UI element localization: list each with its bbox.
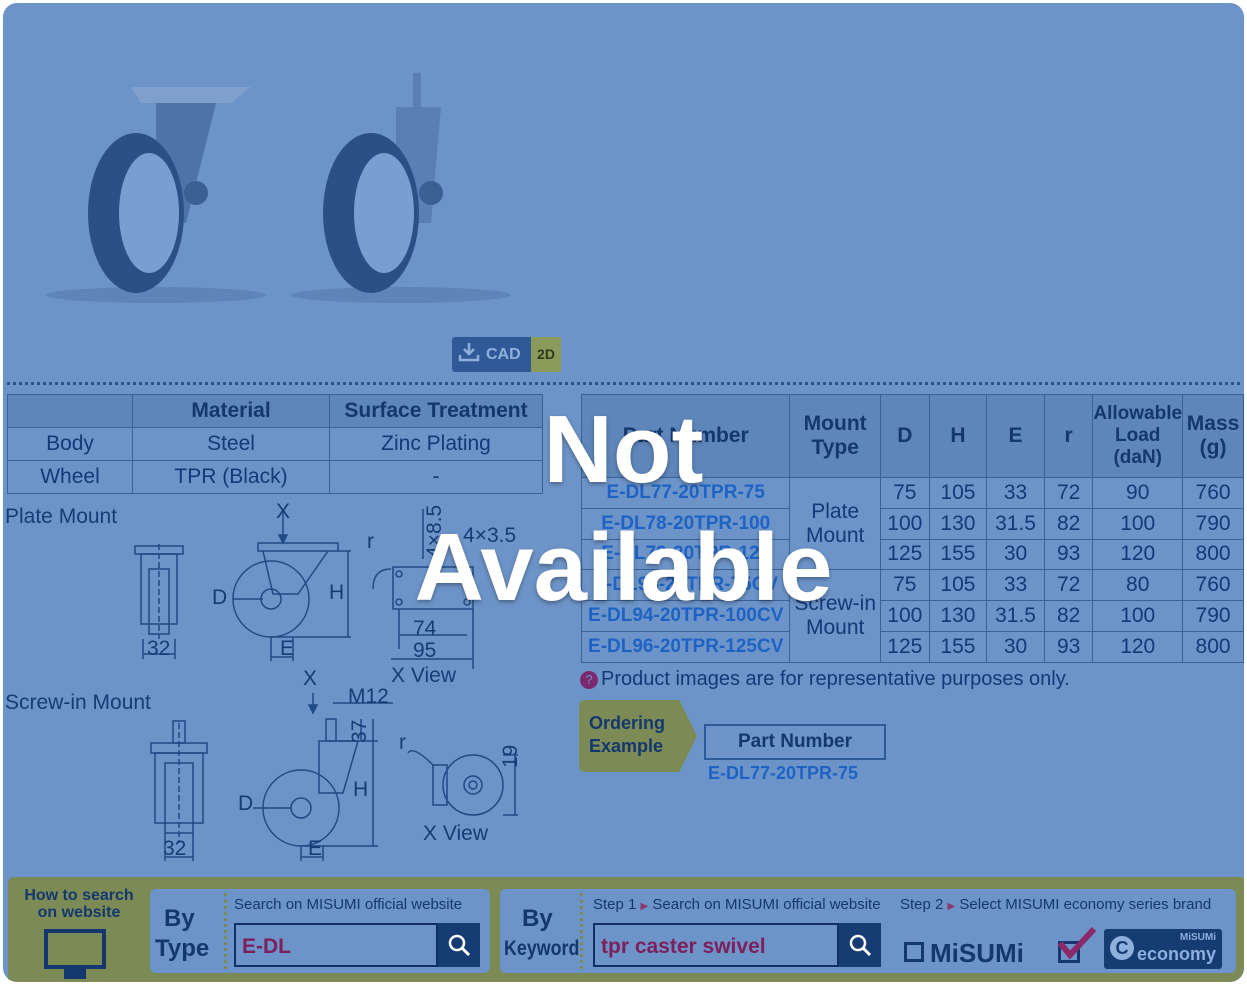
step2-label: Step 2: [900, 896, 944, 913]
keyword-search-input[interactable]: tpr caster swivel: [593, 923, 839, 967]
economy-c-icon: C: [1110, 936, 1134, 960]
step1-caption: Step 1 ▶ Search on MISUMI official websi…: [593, 896, 881, 913]
by-label: By: [522, 905, 553, 932]
cad-label: CAD: [486, 345, 521, 363]
step2-text: Select MISUMI economy series brand: [959, 896, 1212, 913]
divider: [224, 893, 227, 969]
plate-32-label: 32: [147, 637, 171, 660]
divider: [580, 893, 583, 969]
magnifier-icon: [448, 934, 471, 957]
screw-mount-title: Screw-in Mount: [5, 691, 151, 714]
representative-note: ? Product images are for representative …: [580, 668, 1070, 691]
screw-37-label: 37: [348, 719, 371, 743]
plate-95-label: 95: [413, 639, 437, 662]
section-divider: [7, 382, 1240, 385]
misumi-checkbox[interactable]: [904, 942, 924, 962]
misumi-logo: MiSUMi: [930, 938, 1024, 968]
spec-cell: 800: [1182, 630, 1244, 663]
keyword-label: Keyword: [504, 937, 580, 960]
type-caption: Search on MISUMI official website: [234, 896, 463, 913]
arrow-icon: ▶: [640, 901, 649, 912]
step2-caption: Step 2 ▶ Select MISUMI economy series br…: [900, 896, 1211, 913]
cad-download-button[interactable]: CAD 2D: [452, 337, 561, 372]
spec-cell: 93: [1043, 630, 1094, 663]
spec-cell: 120: [1092, 630, 1184, 663]
screw-h-label: H: [353, 778, 369, 801]
step1-label: Step 1: [593, 896, 637, 913]
type-search-button[interactable]: [438, 923, 480, 967]
by-label: By: [164, 905, 195, 932]
step1-text: Search on MISUMI official website: [652, 896, 881, 913]
spec-cell: 30: [986, 630, 1045, 663]
screw-e-label: E: [308, 837, 323, 860]
monitor-icon: [44, 929, 106, 969]
search-guide-bar: How to search on website By Type Search …: [8, 877, 1244, 982]
ordering-example-badge: Ordering Example: [579, 700, 697, 772]
caster-photos: [41, 73, 521, 305]
spec-cell: 125: [879, 630, 930, 663]
monitor-stand-icon: [64, 969, 86, 979]
howto-label: How to search on website: [24, 887, 134, 921]
by-keyword-panel: By Keyword Step 1 ▶ Search on MISUMI off…: [500, 889, 1236, 973]
magnifier-icon: [849, 934, 872, 957]
economy-big: economy: [1136, 944, 1216, 964]
economy-small: MiSUMi: [1179, 932, 1216, 943]
screw-d-label: D: [238, 792, 254, 815]
ordering-pn-value[interactable]: E-DL77-20TPR-75: [708, 763, 858, 784]
screw-19-label: 19: [499, 744, 522, 768]
download-icon: [452, 341, 486, 368]
spec-cell: 155: [928, 630, 988, 663]
screw-r-label: r: [399, 731, 406, 754]
ordering-label: Ordering Example: [589, 713, 666, 756]
type-search-input[interactable]: E-DL: [234, 923, 438, 967]
keyword-search-button[interactable]: [839, 923, 881, 967]
cad-2d-badge: 2D: [531, 337, 561, 372]
screw-x-label: X: [303, 667, 318, 690]
note-text: Product images are for representative pu…: [601, 668, 1070, 690]
type-label: Type: [155, 935, 210, 962]
arrow-icon: ▶: [947, 901, 956, 912]
screw-32-label: 32: [163, 837, 187, 860]
checkmark-icon: [1057, 926, 1096, 960]
plate-e-label: E: [280, 637, 295, 660]
not-available-line1: Not: [543, 396, 704, 503]
part-number-link[interactable]: E-DL96-20TPR-125CV: [580, 630, 791, 663]
ordering-pn-header: Part Number: [704, 724, 886, 760]
product-page: CAD 2D Material Surface Treatment Body S…: [3, 3, 1244, 982]
economy-logo: C MiSUMi economy: [1104, 929, 1222, 969]
not-available-line2: Available: [414, 514, 833, 621]
by-type-panel: By Type Search on MISUMI official websit…: [150, 889, 490, 973]
screw-view-label: X View: [423, 822, 488, 845]
screw-m12-label: M12: [348, 685, 389, 708]
info-icon: ?: [580, 670, 598, 689]
